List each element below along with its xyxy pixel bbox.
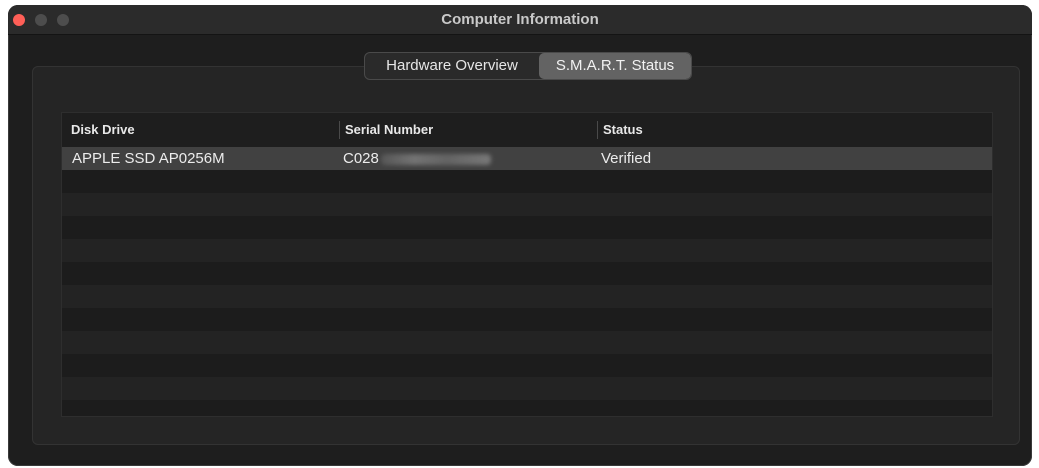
empty-table-row bbox=[62, 285, 992, 308]
column-header-serial-number[interactable]: Serial Number bbox=[339, 121, 433, 139]
table-row[interactable]: APPLE SSD AP0256M C028 Verified bbox=[62, 147, 992, 170]
empty-table-row bbox=[62, 308, 992, 331]
smart-status-table: Disk Drive Serial Number Status APPLE SS… bbox=[61, 112, 993, 417]
tab-hardware-overview[interactable]: Hardware Overview bbox=[365, 53, 539, 79]
status-cell: Verified bbox=[601, 150, 652, 167]
serial-number-cell: C028 bbox=[343, 147, 491, 170]
computer-information-window: Computer Information Hardware Overview S… bbox=[8, 5, 1032, 466]
empty-table-row bbox=[62, 239, 992, 262]
empty-table-row bbox=[62, 400, 992, 416]
title-bar[interactable]: Computer Information bbox=[8, 5, 1032, 35]
tab-smart-status[interactable]: S.M.A.R.T. Status bbox=[539, 53, 691, 79]
serial-number-text: C028 bbox=[343, 150, 379, 167]
empty-table-row bbox=[62, 262, 992, 285]
disk-drive-cell: APPLE SSD AP0256M bbox=[72, 150, 225, 167]
column-header-disk-drive[interactable]: Disk Drive bbox=[62, 113, 135, 147]
empty-table-row bbox=[62, 354, 992, 377]
empty-table-row bbox=[62, 377, 992, 400]
table-header: Disk Drive Serial Number Status bbox=[62, 113, 992, 147]
empty-table-row bbox=[62, 331, 992, 354]
tab-control: Hardware Overview S.M.A.R.T. Status bbox=[364, 52, 692, 80]
empty-table-row bbox=[62, 170, 992, 193]
empty-table-row bbox=[62, 193, 992, 216]
empty-table-row bbox=[62, 216, 992, 239]
window-title: Computer Information bbox=[441, 11, 599, 28]
redacted-serial-blur bbox=[380, 153, 491, 165]
column-header-status[interactable]: Status bbox=[597, 121, 643, 139]
